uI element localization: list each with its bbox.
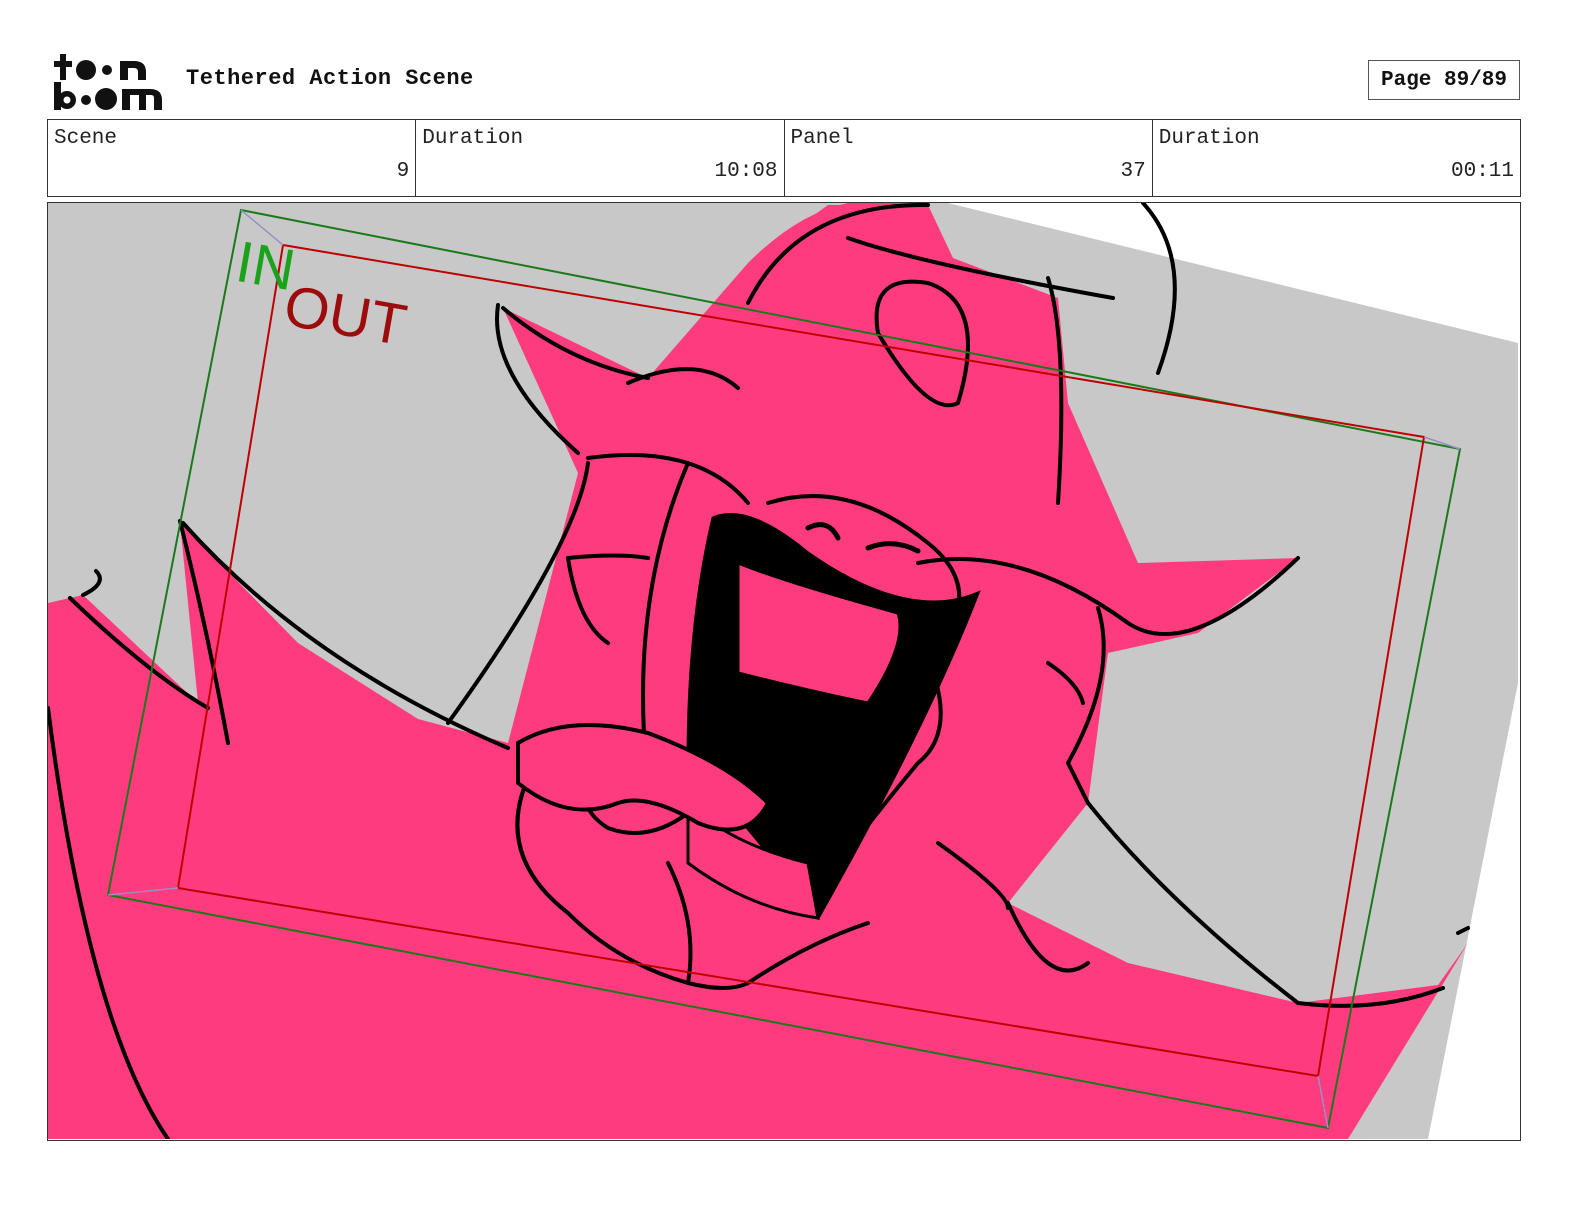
scene-duration-cell: Duration 10:08 [416, 120, 785, 196]
scene-duration-label: Duration [422, 127, 524, 150]
scene-cell: Scene 9 [48, 120, 417, 196]
scene-value: 9 [396, 160, 410, 183]
panel-duration-cell: Duration 00:11 [1153, 120, 1520, 196]
scene-label: Scene [54, 127, 118, 150]
panel-drawing [48, 203, 1518, 1139]
scene-duration-value: 10:08 [714, 160, 778, 183]
panel-value: 37 [1120, 160, 1146, 183]
panel-cell: Panel 37 [785, 120, 1153, 196]
panel-duration-value: 00:11 [1450, 160, 1514, 183]
toonboom-logo [54, 54, 162, 110]
panel-duration-label: Duration [1158, 127, 1260, 150]
document-title: Tethered Action Scene [186, 66, 474, 91]
storyboard-panel: IN OUT [47, 202, 1521, 1141]
panel-label: Panel [790, 127, 854, 150]
scene-info-table: Scene 9 Duration 10:08 Panel 37 Duration… [47, 119, 1521, 197]
page-number: Page 89/89 [1368, 60, 1520, 100]
